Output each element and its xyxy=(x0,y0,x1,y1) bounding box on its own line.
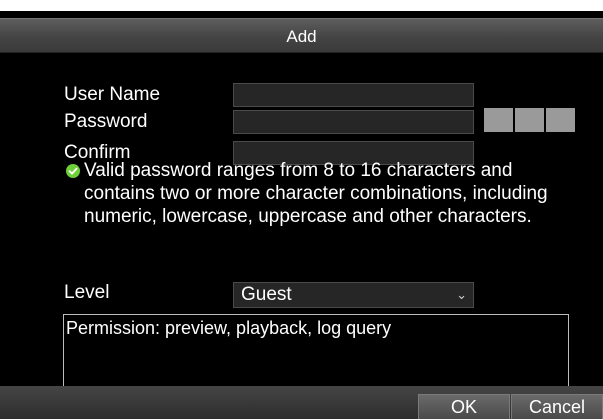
user-name-label: User Name xyxy=(64,84,161,105)
ok-button[interactable]: OK xyxy=(418,394,510,419)
user-name-input[interactable] xyxy=(233,83,474,107)
dialog-title: Add xyxy=(286,27,317,46)
permission-text: Permission: preview, playback, log query xyxy=(66,318,392,338)
password-hint-line1: Valid password ranges from 8 to 16 chara… xyxy=(84,160,513,181)
check-circle-icon xyxy=(66,164,80,178)
password-input[interactable] xyxy=(233,110,474,134)
password-label: Password xyxy=(64,111,148,132)
permission-box: Permission: preview, playback, log query xyxy=(63,314,569,389)
level-select[interactable]: Guest ⌄ xyxy=(233,282,474,308)
chevron-down-icon: ⌄ xyxy=(456,287,467,302)
level-label: Level xyxy=(64,282,110,303)
password-hint-rest: contains two or more character combinati… xyxy=(84,183,548,227)
password-strength-segment xyxy=(546,108,575,132)
level-select-value: Guest xyxy=(241,284,292,305)
password-strength-segment xyxy=(515,108,544,132)
cancel-button[interactable]: Cancel xyxy=(511,394,603,419)
password-strength-segment xyxy=(484,108,513,132)
dialog-titlebar: Add xyxy=(0,18,603,53)
